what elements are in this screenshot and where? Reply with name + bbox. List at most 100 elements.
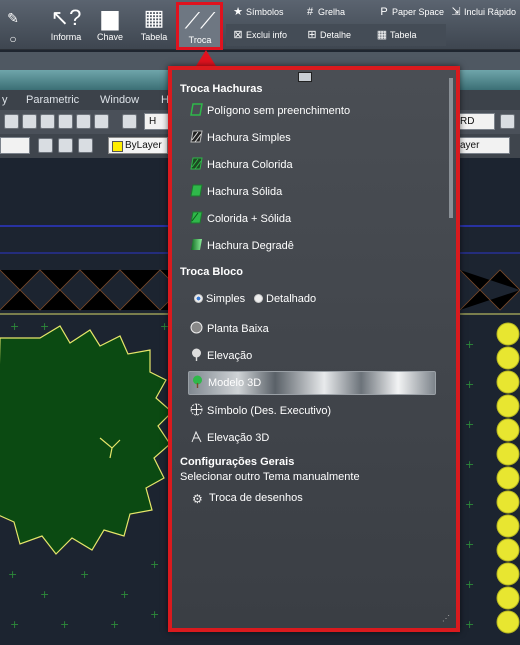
inclui-rapido-button[interactable]: ⇲ Inclui Rápido [448, 3, 516, 21]
hatch-lines-icon [190, 130, 203, 143]
svg-text:+: + [465, 458, 474, 471]
toolbar-icon[interactable] [500, 114, 515, 129]
troca-panel: Troca Hachuras Polígono sem preenchiment… [168, 66, 460, 632]
toolbar-icon[interactable] [40, 114, 55, 129]
paper-space-button[interactable]: P Paper Space [376, 3, 444, 21]
simbolos-button[interactable]: ★ Símbolos [230, 3, 283, 21]
hatch-solid-icon [190, 184, 203, 197]
hatch-polygon-no-fill[interactable]: Polígono sem preenchimento [190, 101, 350, 121]
radio-simples[interactable]: Simples [194, 289, 245, 309]
svg-text:+: + [120, 588, 129, 601]
layer-icon[interactable] [78, 138, 93, 153]
svg-text:+: + [8, 568, 17, 581]
plan-view-icon [190, 321, 203, 334]
svg-text:+: + [110, 618, 119, 631]
menu-item[interactable]: y [2, 94, 8, 106]
block-planta-baixa[interactable]: Planta Baixa [190, 319, 269, 339]
polygon-outline-icon [190, 103, 203, 116]
detail-icon: ⊞ [307, 29, 317, 41]
toolbar-icon[interactable] [4, 114, 19, 129]
block-modelo-3d[interactable]: Modelo 3D [188, 371, 436, 395]
svg-text:+: + [40, 320, 49, 333]
radio-unselected-icon [254, 294, 263, 303]
autocad-window: ✎ ○ ↖? Informa ▆ Chave ▦ Tabela ⟋⟋ Troca… [0, 0, 520, 645]
hatch-simple[interactable]: Hachura Simples [190, 128, 291, 148]
svg-text:+: + [80, 568, 89, 581]
ribbon-edge-tools[interactable]: ✎ ○ [0, 4, 28, 48]
callout-pointer [196, 50, 216, 66]
layer-icon[interactable] [58, 138, 73, 153]
menu-item-parametric[interactable]: Parametric [26, 94, 79, 106]
section-troca-hachuras: Troca Hachuras [180, 83, 263, 95]
svg-text:+: + [10, 320, 19, 333]
troca-desenhos-button[interactable]: ⚙ Troca de desenhos [192, 488, 303, 508]
tabela-small-button[interactable]: ▦ Tabela [374, 26, 417, 44]
informa-button[interactable]: ↖? Informa [44, 4, 88, 48]
model-3d-tree-icon [193, 375, 202, 388]
info-arrow-icon: ↖? [50, 5, 82, 30]
hatch-solid[interactable]: Hachura Sólida [190, 182, 282, 202]
block-elevacao-3d[interactable]: Elevação 3D [190, 428, 269, 448]
svg-text:+: + [465, 538, 474, 551]
insert-icon: ⇲ [451, 6, 461, 18]
tabela-button[interactable]: ▦ Tabela [132, 4, 176, 48]
layer-field[interactable]: ayer [455, 137, 510, 154]
section-troca-bloco: Troca Bloco [180, 266, 243, 278]
color-bylayer-dropdown[interactable]: ByLayer [108, 137, 168, 154]
svg-text:+: + [40, 588, 49, 601]
menu-item-window[interactable]: Window [100, 94, 139, 106]
hatch-gradient[interactable]: Hachura Degradê [190, 236, 294, 256]
toolbar-icon[interactable] [58, 114, 73, 129]
svg-text:+: + [465, 418, 474, 431]
hatch-colored-solid[interactable]: Colorida + Sólida [190, 209, 291, 229]
svg-text:+: + [465, 618, 474, 631]
elevation-tree-icon [192, 348, 201, 361]
section-config-gerais: Configurações Gerais [180, 456, 295, 468]
gear-icon: ⚙ [192, 492, 203, 506]
symbol-icon [190, 403, 203, 416]
tree-block [0, 325, 173, 555]
pin-icon[interactable] [298, 72, 312, 82]
hatch-color-icon [190, 157, 203, 170]
help-icon[interactable] [94, 114, 109, 129]
exclui-info-button[interactable]: ⊠ Exclui info [230, 26, 287, 44]
detalhe-button[interactable]: ⊞ Detalhe [304, 26, 351, 44]
delete-info-icon: ⊠ [233, 29, 243, 41]
layer-icon[interactable] [38, 138, 53, 153]
dim-style-field[interactable]: RD [455, 113, 495, 130]
svg-text:+: + [150, 608, 159, 621]
block-elevacao[interactable]: Elevação [190, 346, 252, 366]
radio-selected-icon [194, 294, 203, 303]
svg-text:+: + [10, 618, 19, 631]
svg-text:+: + [465, 378, 474, 391]
hatch-colored[interactable]: Hachura Colorida [190, 155, 293, 175]
block-simbolo-executivo[interactable]: Símbolo (Des. Executivo) [190, 401, 331, 421]
svg-text:+: + [150, 558, 159, 571]
panel-scrollbar[interactable] [449, 78, 453, 218]
radio-detalhado[interactable]: Detalhado [254, 289, 316, 309]
speech-bubble-icon: ▆ [101, 5, 119, 30]
grid-icon: # [306, 6, 314, 18]
text-style-icon[interactable] [122, 114, 137, 129]
toolbar-icon[interactable] [76, 114, 91, 129]
svg-text:+: + [465, 338, 474, 351]
hatch-colored-solid-icon [190, 211, 203, 224]
elevation-3d-icon [191, 430, 202, 443]
toolbar-icon[interactable] [22, 114, 37, 129]
star-icon: ★ [233, 6, 243, 18]
svg-text:+: + [60, 618, 69, 631]
pencil-icon: ✎ [7, 10, 19, 26]
troca-button[interactable]: ⟋⟋ Troca [176, 2, 223, 50]
table-small-icon: ▦ [376, 29, 388, 41]
table-icon: ▦ [143, 5, 165, 30]
circle-icon: ○ [9, 32, 17, 46]
svg-text:+: + [465, 578, 474, 591]
chave-button[interactable]: ▆ Chave [88, 4, 132, 48]
select-theme-link[interactable]: Selecionar outro Tema manualmente [180, 471, 360, 483]
svg-text:+: + [465, 498, 474, 511]
paper-space-icon: P [380, 6, 388, 18]
resize-grip-icon[interactable]: ⋰ [442, 614, 452, 624]
grelha-button[interactable]: # Grelha [302, 3, 345, 21]
layer-dropdown[interactable] [0, 137, 30, 154]
ribbon-second-row: ⊠ Exclui info ⊞ Detalhe ▦ Tabela [226, 24, 446, 46]
